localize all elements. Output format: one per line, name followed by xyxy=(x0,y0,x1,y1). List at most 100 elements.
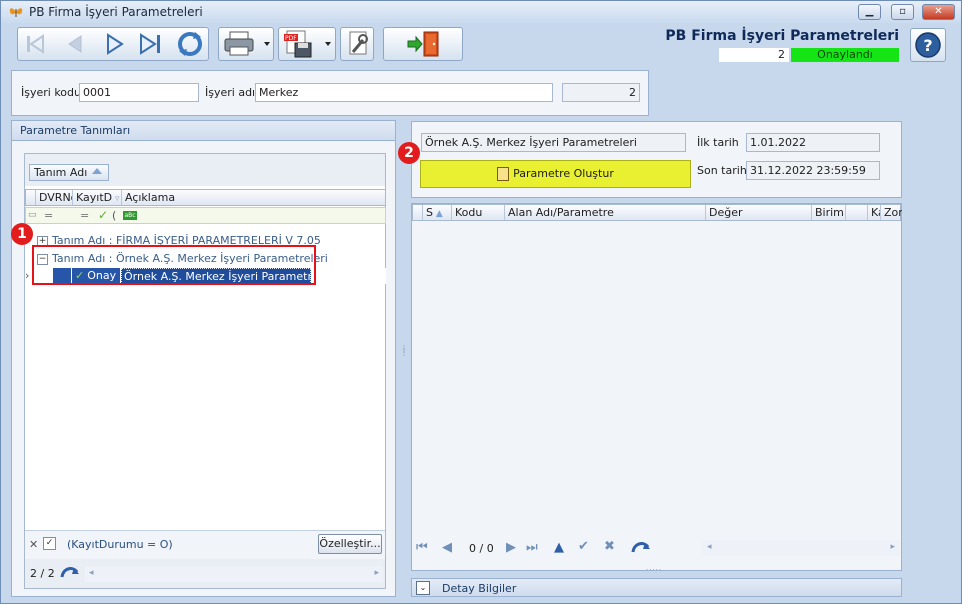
column-header-s[interactable]: S ▲ xyxy=(423,205,452,220)
first-record-icon[interactable] xyxy=(19,29,55,59)
column-header-kodu[interactable]: Kodu xyxy=(452,205,505,220)
column-header-zor[interactable]: Zor xyxy=(881,205,902,220)
customize-button[interactable]: Özelleştir... xyxy=(318,534,382,554)
filter-icon: ▿ xyxy=(112,194,120,204)
column-header-kayitd[interactable]: KayıtD ▿ xyxy=(73,190,122,205)
filter-panel: ✕ ✓ (KayıtDurumu = O) Özelleştir... xyxy=(25,530,385,559)
maximize-button[interactable]: ▫ xyxy=(891,4,914,20)
clipboard-icon xyxy=(497,167,510,181)
workplace-code-label: İşyeri kodu xyxy=(21,86,81,99)
tools-button[interactable] xyxy=(340,27,374,61)
main-window: PB Firma İşyeri Parametreleri ▁ ▫ ✕ PDF … xyxy=(0,0,962,604)
last-page-icon[interactable]: ⏭ xyxy=(526,540,538,555)
previous-page-icon[interactable]: ◀ xyxy=(442,540,452,555)
values-grid-navigator: ⏮ ◀ 0 / 0 ▶ ⏭ ▲ ✔ ✖ ◂ ▸ xyxy=(412,534,901,562)
grid-navigator: 2 / 2 ◂ ▸ xyxy=(25,559,385,588)
create-parameter-label: Parametre Oluştur xyxy=(513,167,614,180)
column-header-deger[interactable]: Değer xyxy=(706,205,812,220)
expand-detail-icon[interactable]: ⌄ xyxy=(416,581,430,595)
end-date-label: Son tarih xyxy=(697,164,747,177)
start-date-field: 1.01.2022 xyxy=(746,133,880,152)
workplace-name-input[interactable]: Merkez xyxy=(255,83,553,102)
help-button[interactable]: ? xyxy=(910,28,946,62)
end-date-field: 31.12.2022 23:59:59 xyxy=(746,161,880,180)
filter-row-indicator-icon: ▭ xyxy=(28,210,37,220)
close-button[interactable]: ✕ xyxy=(922,4,955,20)
column-header-ka[interactable]: Ka xyxy=(868,205,881,220)
first-page-icon[interactable]: ⏮ xyxy=(416,540,428,555)
auto-filter-row[interactable]: ▭ = = ✓ ( aBc xyxy=(25,207,386,224)
annotation-badge-1: 1 xyxy=(11,223,33,245)
highlight-box xyxy=(32,245,316,285)
column-header-alan-adi[interactable]: Alan Adı/Parametre xyxy=(505,205,706,220)
parameter-definitions-panel: Parametre Tanımları Tanım Adı DVRNo Kayı… xyxy=(11,120,396,597)
filter-expression[interactable]: (KayıtDurumu = O) xyxy=(67,538,173,551)
clear-filter-icon[interactable]: ✕ xyxy=(29,538,38,551)
start-date-label: İlk tarih xyxy=(697,136,739,149)
column-header-s-label: S xyxy=(426,206,433,219)
cancel-icon[interactable]: ✖ xyxy=(604,539,615,554)
group-by-panel: Tanım Adı xyxy=(25,154,385,186)
butterfly-icon xyxy=(9,5,23,19)
values-refresh-icon[interactable] xyxy=(630,538,652,560)
horizontal-scrollbar[interactable]: ◂ ▸ xyxy=(85,566,383,582)
values-page-info: 0 / 0 xyxy=(469,542,494,555)
create-parameter-button[interactable]: Parametre Oluştur xyxy=(420,160,691,188)
scroll-right-icon[interactable]: ▸ xyxy=(374,568,379,578)
values-grid-header: S ▲ Kodu Alan Adı/Parametre Değer Birim … xyxy=(412,204,902,221)
move-up-icon[interactable]: ▲ xyxy=(554,540,564,555)
column-header-aciklama[interactable]: Açıklama xyxy=(122,190,386,205)
status-badge: Onaylandı xyxy=(791,48,899,62)
workplace-panel: İşyeri kodu 0001 İşyeri adı Merkez 2 xyxy=(11,70,649,116)
scroll-right-icon[interactable]: ▸ xyxy=(890,542,895,552)
definitions-grid-header: DVRNo KayıtD ▿ Açıklama xyxy=(25,189,386,206)
column-header-dvrno[interactable]: DVRNo xyxy=(36,190,73,205)
last-record-icon[interactable] xyxy=(133,29,171,59)
definitions-grid: Tanım Adı DVRNo KayıtD ▿ Açıklama ▭ = = … xyxy=(24,153,386,589)
text-filter-icon: aBc xyxy=(123,211,137,220)
refresh-icon[interactable] xyxy=(173,29,207,59)
next-page-icon[interactable]: ▶ xyxy=(506,540,516,555)
svg-text:?: ? xyxy=(923,36,932,55)
parameter-info-panel: Örnek A.Ş. Merkez İşyeri Parametreleri İ… xyxy=(411,121,902,198)
scroll-left-icon[interactable]: ◂ xyxy=(89,568,94,578)
column-header-blank[interactable] xyxy=(846,205,868,220)
record-count: 2 xyxy=(719,48,789,62)
equals-icon-2: = xyxy=(80,209,90,222)
paren-icon: ( xyxy=(112,209,117,222)
filter-enabled-checkbox[interactable]: ✓ xyxy=(43,537,56,550)
workplace-number-field: 2 xyxy=(562,83,640,102)
group-chip-label: Tanım Adı xyxy=(34,166,88,179)
detail-bar[interactable]: ⌄ Detay Bilgiler xyxy=(411,578,902,597)
splitter-grip-icon[interactable]: ⋮ ⋮ xyxy=(400,345,408,357)
parameter-name-field: Örnek A.Ş. Merkez İşyeri Parametreleri xyxy=(421,133,686,152)
workplace-code-input[interactable]: 0001 xyxy=(79,83,199,102)
next-record-icon[interactable] xyxy=(96,29,132,59)
workplace-name-label: İşyeri adı xyxy=(205,86,256,99)
print-button[interactable] xyxy=(218,27,274,61)
detail-label: Detay Bilgiler xyxy=(442,582,517,595)
indicator-column xyxy=(413,205,423,220)
horizontal-splitter-grip-icon[interactable]: ····· xyxy=(646,566,662,574)
column-header-kayitd-label: KayıtD xyxy=(76,191,113,204)
scroll-left-icon[interactable]: ◂ xyxy=(707,542,712,552)
sort-ascending-icon: ▲ xyxy=(432,209,443,219)
previous-record-icon[interactable] xyxy=(57,29,93,59)
title-bar: PB Firma İşyeri Parametreleri ▁ ▫ ✕ xyxy=(1,1,961,23)
minimize-button[interactable]: ▁ xyxy=(858,4,881,20)
exit-button[interactable] xyxy=(383,27,463,61)
approve-icon[interactable]: ✔ xyxy=(578,539,589,554)
indicator-column xyxy=(26,190,36,205)
navigator-refresh-icon[interactable] xyxy=(59,563,81,584)
annotation-badge-2: 2 xyxy=(398,142,420,164)
help-icon: ? xyxy=(911,32,945,64)
svg-text:PDF: PDF xyxy=(285,35,297,42)
parameter-values-grid: S ▲ Kodu Alan Adı/Parametre Değer Birim … xyxy=(411,203,902,571)
export-button[interactable]: PDF xyxy=(278,27,336,61)
page-info: 2 / 2 xyxy=(30,567,55,580)
toolbar: PDF PB Firma İşyeri Parametreleri 2 Onay… xyxy=(1,23,961,67)
group-chip[interactable]: Tanım Adı xyxy=(29,164,109,181)
values-horizontal-scrollbar[interactable]: ◂ ▸ xyxy=(702,540,900,556)
column-header-birim[interactable]: Birim xyxy=(812,205,846,220)
equals-icon: = xyxy=(44,209,54,222)
